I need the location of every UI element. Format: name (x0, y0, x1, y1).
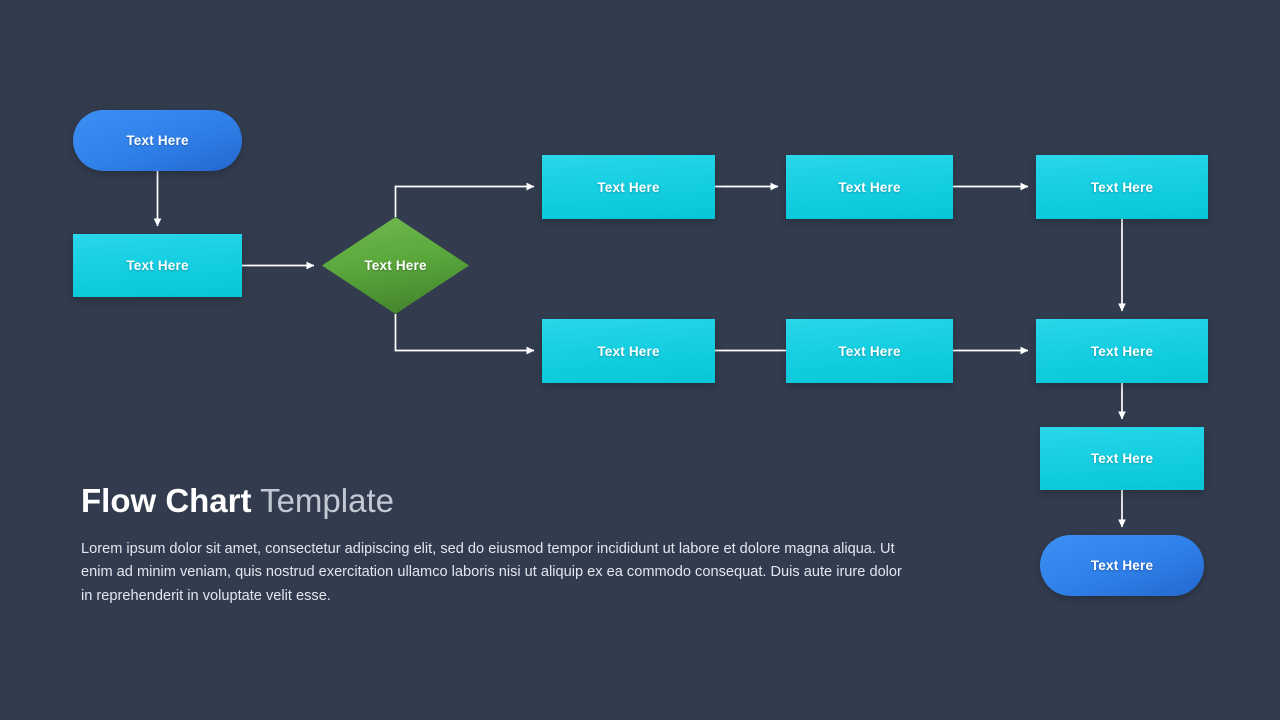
node-label: Text Here (126, 258, 189, 273)
node-process-1[interactable]: Text Here (73, 234, 242, 297)
node-merge[interactable]: Text Here (1036, 319, 1208, 383)
node-top-1[interactable]: Text Here (542, 155, 715, 219)
title-light: Template (260, 482, 394, 519)
edge-decision-to-bottom1 (394, 314, 535, 355)
node-decision[interactable]: Text Here (322, 217, 469, 314)
node-label: Text Here (364, 258, 427, 273)
node-bottom-1[interactable]: Text Here (542, 319, 715, 383)
title-space (252, 482, 261, 519)
node-label: Text Here (1090, 558, 1154, 573)
node-top-3[interactable]: Text Here (1036, 155, 1208, 219)
node-top-2[interactable]: Text Here (786, 155, 953, 219)
node-label: Text Here (1090, 179, 1154, 195)
node-label: Text Here (597, 179, 660, 195)
flowchart-canvas: Text Here Text Here Text Here Text Here … (0, 0, 1280, 720)
node-label: Text Here (1090, 343, 1154, 359)
node-label: Text Here (838, 179, 901, 195)
node-label: Text Here (126, 133, 189, 148)
caption-block: Flow Chart Template Lorem ipsum dolor si… (81, 482, 921, 608)
node-start-terminator[interactable]: Text Here (73, 110, 242, 171)
node-label: Text Here (838, 343, 901, 359)
node-label: Text Here (597, 343, 660, 359)
edge-decision-to-top1 (394, 182, 535, 217)
node-bottom-2[interactable]: Text Here (786, 319, 953, 383)
body-paragraph: Lorem ipsum dolor sit amet, consectetur … (81, 540, 902, 604)
node-lower[interactable]: Text Here (1040, 427, 1204, 490)
title-strong: Flow Chart (81, 482, 252, 519)
page-title: Flow Chart Template (81, 482, 921, 521)
node-label: Text Here (1090, 451, 1154, 466)
node-end-terminator[interactable]: Text Here (1040, 535, 1204, 596)
